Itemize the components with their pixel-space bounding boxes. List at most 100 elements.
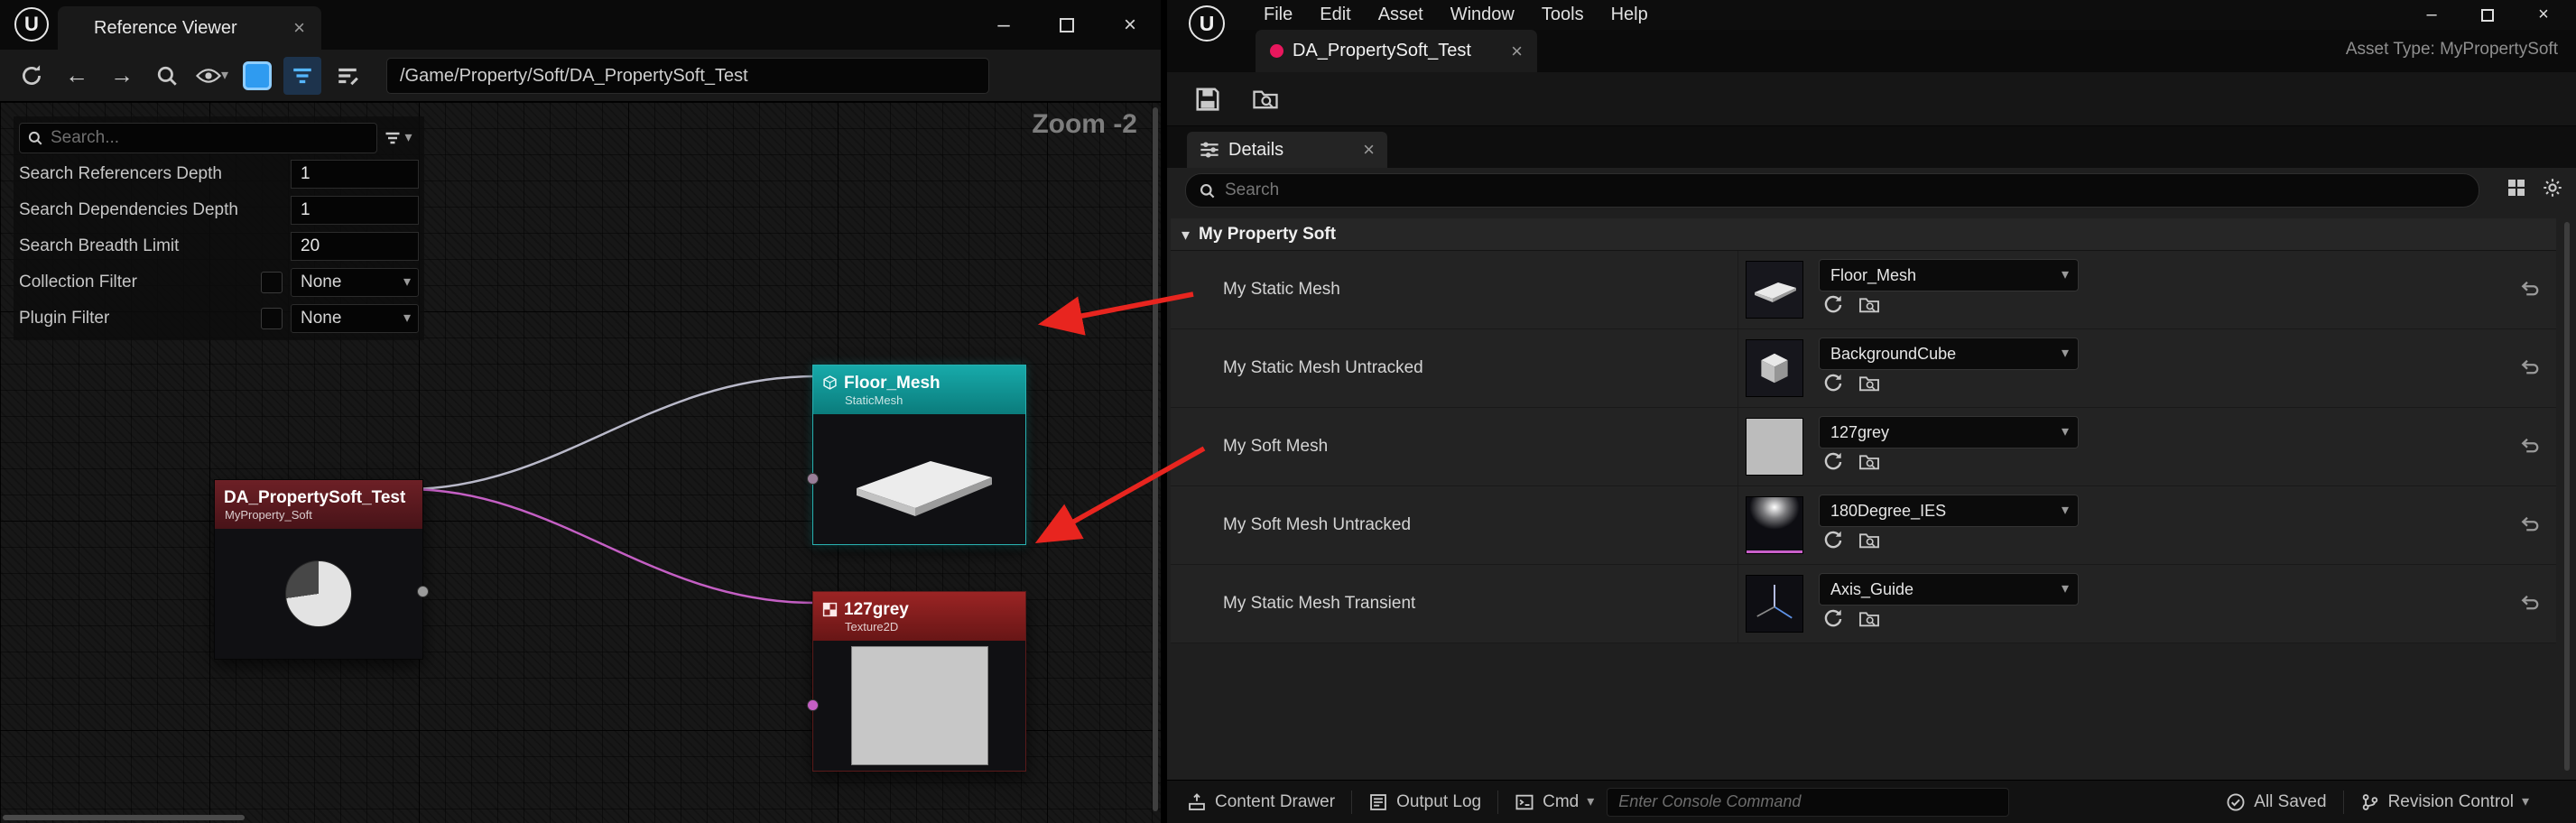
asset-thumbnail[interactable]	[1746, 418, 1803, 476]
input-pin[interactable]	[807, 473, 819, 485]
use-selected-asset-button[interactable]	[1822, 608, 1844, 630]
plugin-filter-dropdown[interactable]: None ▾	[291, 304, 419, 333]
reference-graph-canvas[interactable]: Zoom -2 ▾ Sea	[0, 102, 1161, 823]
graph-node-texture[interactable]: 127grey Texture2D	[812, 591, 1026, 772]
asset-path-field[interactable]: /Game/Property/Soft/DA_PropertySoft_Test	[386, 58, 989, 94]
find-path-button[interactable]	[148, 57, 186, 95]
duplicate-view-button[interactable]	[238, 57, 276, 95]
history-back-button[interactable]: ←	[58, 57, 96, 95]
asset-picker-dropdown[interactable]: 180Degree_IES ▾	[1819, 495, 2079, 527]
reset-to-default-button[interactable]	[2519, 279, 2541, 301]
menu-edit[interactable]: Edit	[1306, 0, 1364, 30]
save-status-button[interactable]: All Saved	[2226, 792, 2326, 812]
menu-asset[interactable]: Asset	[1365, 0, 1437, 30]
reset-to-default-button[interactable]	[2519, 357, 2541, 379]
column-splitter[interactable]	[1737, 565, 1738, 643]
browse-to-asset-button[interactable]	[1858, 294, 1880, 316]
revision-control-button[interactable]: Revision Control ▾	[2360, 792, 2529, 812]
close-button[interactable]: ×	[1112, 7, 1148, 43]
asset-thumbnail[interactable]	[1746, 575, 1803, 633]
asset-picker-dropdown[interactable]: BackgroundCube ▾	[1819, 338, 2079, 370]
tab-close-icon[interactable]: ×	[1511, 42, 1523, 61]
menu-window[interactable]: Window	[1437, 0, 1528, 30]
maximize-button[interactable]	[2471, 3, 2504, 28]
asset-tab[interactable]: DA_PropertySoft_Test ×	[1256, 30, 1537, 72]
column-splitter[interactable]	[1737, 408, 1738, 485]
graph-node-source[interactable]: DA_PropertySoft_Test MyProperty_Soft	[214, 479, 423, 660]
use-selected-asset-button[interactable]	[1822, 373, 1844, 394]
reference-viewer-tab[interactable]: Reference Viewer ×	[58, 6, 321, 50]
details-tab[interactable]: Details ×	[1187, 132, 1387, 168]
graph-horizontal-scrollbar[interactable]	[3, 815, 245, 820]
asset-picker-dropdown[interactable]: Floor_Mesh ▾	[1819, 259, 2079, 291]
save-button[interactable]	[1189, 80, 1227, 118]
display-filter-grid-icon[interactable]	[2506, 177, 2527, 199]
graph-vertical-scrollbar[interactable]	[1153, 107, 1158, 811]
use-selected-asset-button[interactable]	[1822, 530, 1844, 551]
reset-to-default-button[interactable]	[2519, 436, 2541, 458]
chevron-down-icon: ▾	[2522, 795, 2529, 809]
dependencies-depth-input[interactable]	[291, 196, 419, 225]
visibility-options-button[interactable]: ▾	[193, 57, 231, 95]
divider	[2343, 791, 2344, 814]
menu-help[interactable]: Help	[1598, 0, 1662, 30]
column-splitter[interactable]	[1737, 329, 1738, 407]
browse-to-asset-button[interactable]	[1246, 80, 1284, 118]
asset-thumbnail[interactable]	[1746, 261, 1803, 319]
gear-icon[interactable]	[2542, 177, 2563, 199]
sort-settings-button[interactable]	[329, 57, 366, 95]
input-pin[interactable]	[807, 699, 819, 711]
plugin-filter-value: None	[301, 309, 341, 328]
output-log-button[interactable]: Output Log	[1368, 792, 1481, 812]
use-selected-asset-button[interactable]	[1822, 294, 1844, 316]
history-forward-button[interactable]: →	[103, 57, 141, 95]
minimize-button[interactable]: –	[2415, 3, 2448, 28]
filter-edit-icon	[336, 64, 359, 88]
graph-filter-button[interactable]: ▾	[377, 123, 419, 153]
browse-to-asset-button[interactable]	[1858, 451, 1880, 473]
content-drawer-button[interactable]: Content Drawer	[1187, 792, 1335, 812]
output-pin[interactable]	[417, 586, 429, 597]
asset-picker-value: BackgroundCube	[1830, 345, 1956, 364]
asset-picker-dropdown[interactable]: Axis_Guide ▾	[1819, 573, 2079, 606]
referencers-depth-input[interactable]	[291, 160, 419, 189]
close-button[interactable]: ×	[2527, 3, 2560, 28]
browse-to-asset-button[interactable]	[1858, 530, 1880, 551]
tab-close-icon[interactable]: ×	[293, 18, 305, 38]
menu-tools[interactable]: Tools	[1528, 0, 1598, 30]
refresh-button[interactable]	[13, 57, 51, 95]
filters-button[interactable]	[283, 57, 321, 95]
column-splitter[interactable]	[1737, 251, 1738, 328]
asset-tools	[1822, 451, 1880, 473]
tab-close-icon[interactable]: ×	[1363, 140, 1375, 160]
maximize-button[interactable]	[1049, 7, 1085, 43]
browse-to-asset-button[interactable]	[1858, 373, 1880, 394]
column-splitter[interactable]	[1737, 486, 1738, 564]
asset-picker-dropdown[interactable]: 127grey ▾	[1819, 416, 2079, 448]
graph-searchbox[interactable]	[19, 123, 377, 153]
menu-file[interactable]: File	[1250, 0, 1306, 30]
browse-to-asset-button[interactable]	[1858, 608, 1880, 630]
minimize-button[interactable]: –	[986, 7, 1022, 43]
details-searchbox[interactable]	[1185, 173, 2479, 208]
collection-filter-checkbox[interactable]	[261, 272, 283, 293]
cmd-selector[interactable]: Cmd ▾	[1515, 792, 1594, 812]
graph-search-input[interactable]	[51, 128, 369, 148]
reset-to-default-button[interactable]	[2519, 593, 2541, 615]
asset-thumbnail[interactable]	[1746, 496, 1803, 554]
category-header-my-property-soft[interactable]: ▾ My Property Soft	[1171, 218, 2556, 251]
asset-thumbnail[interactable]	[1746, 339, 1803, 397]
breadth-limit-row: Search Breadth Limit	[19, 228, 419, 264]
collection-filter-dropdown[interactable]: None ▾	[291, 268, 419, 297]
details-scrollbar[interactable]	[2564, 222, 2570, 771]
console-command-input[interactable]	[1607, 788, 2009, 817]
details-search-input[interactable]	[1225, 180, 2466, 200]
chevron-down-icon: ▾	[404, 131, 412, 145]
dependencies-depth-label: Search Dependencies Depth	[19, 200, 238, 220]
plugin-filter-checkbox[interactable]	[261, 308, 283, 329]
content-drawer-icon	[1187, 792, 1207, 812]
reset-to-default-button[interactable]	[2519, 514, 2541, 536]
graph-node-static-mesh[interactable]: Floor_Mesh StaticMesh	[812, 365, 1026, 545]
breadth-limit-input[interactable]	[291, 232, 419, 261]
use-selected-asset-button[interactable]	[1822, 451, 1844, 473]
